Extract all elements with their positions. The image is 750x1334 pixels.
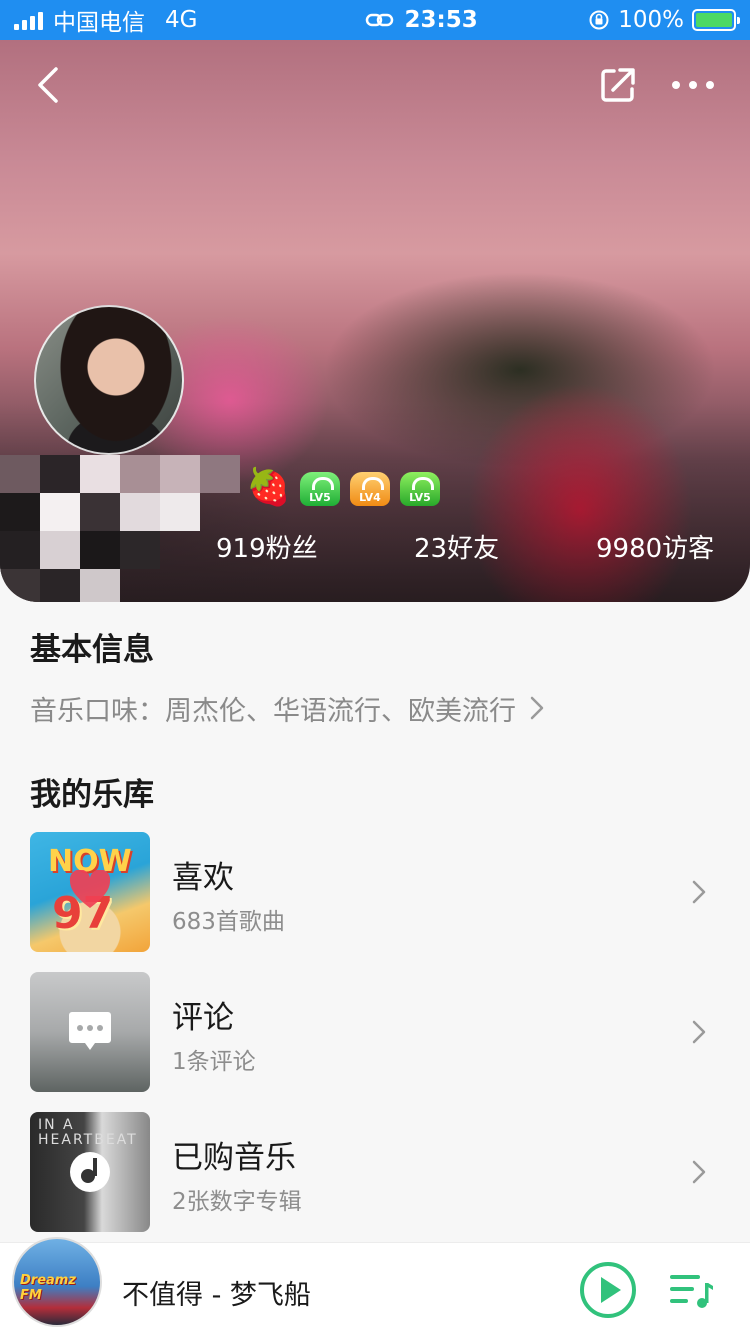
purchased-cover: IN A HEARTBEAT [30, 1112, 150, 1232]
level-badge-vip[interactable]: LV5 [300, 472, 340, 506]
status-left: 中国电信 4G [14, 3, 274, 37]
status-right: 100% [588, 7, 740, 33]
library-item-name: 喜欢 [172, 860, 234, 896]
music-taste-row[interactable]: 音乐口味：周杰伦、华语流行、欧美流行 [30, 688, 546, 728]
strawberry-emoji: 🍓 [246, 467, 291, 508]
chevron-right-icon [692, 1020, 706, 1044]
play-icon[interactable] [579, 1261, 637, 1319]
library-item-count: 1条评论 [172, 1049, 256, 1075]
music-note-badge-icon [70, 1152, 110, 1192]
library-title: 我的乐库 [30, 777, 154, 813]
visitors-count[interactable]: 9980访客 [596, 528, 714, 565]
status-center: 23:53 [254, 7, 588, 33]
library-item-comments[interactable]: 评论 1条评论 [0, 972, 750, 1092]
cover-text: Dreamz FM [20, 1273, 76, 1303]
profile-header: 🍓 LV5 LV4 LV5 919粉丝 23好友 9980访客 [0, 40, 750, 602]
library-item-count: 683首歌曲 [172, 909, 285, 935]
network-label: 4G [165, 7, 198, 33]
chevron-right-icon [692, 880, 706, 904]
friends-count[interactable]: 23好友 [414, 528, 499, 565]
level-badges: LV5 LV4 LV5 [300, 472, 440, 506]
likes-cover: NOW 97 [30, 832, 150, 952]
back-icon[interactable] [28, 65, 68, 105]
now-playing-title[interactable]: 不值得 - 梦飞船 [122, 1273, 311, 1312]
battery-icon [692, 9, 740, 31]
library-item-count: 2张数字专辑 [172, 1189, 302, 1215]
playlist-icon[interactable] [668, 1271, 714, 1311]
mini-player[interactable]: Dreamz FM 不值得 - 梦飞船 [0, 1237, 750, 1334]
library-item-name: 已购音乐 [172, 1140, 296, 1176]
status-bar: 中国电信 4G 23:53 100% [0, 0, 750, 40]
comment-bubble-icon [69, 1012, 111, 1050]
cover-text: IN A HEARTBEAT [38, 1117, 138, 1149]
library-item-name: 评论 [172, 1000, 234, 1036]
fans-count[interactable]: 919粉丝 [216, 528, 318, 565]
level-badge-green[interactable]: LV5 [400, 472, 440, 506]
heart-icon [69, 870, 111, 908]
signal-icon [14, 10, 43, 30]
more-icon[interactable] [668, 65, 718, 105]
rotation-lock-icon [589, 10, 609, 30]
battery-percent: 100% [618, 7, 684, 33]
profile-stats: 919粉丝 23好友 9980访客 [0, 528, 750, 564]
link-icon [365, 13, 393, 27]
carrier-label: 中国电信 [53, 10, 145, 36]
comments-cover [30, 972, 150, 1092]
player-album-cover[interactable]: Dreamz FM [12, 1237, 102, 1327]
basic-info-title: 基本信息 [30, 632, 154, 668]
level-badge-listening[interactable]: LV4 [350, 472, 390, 506]
avatar[interactable] [34, 305, 184, 455]
share-icon[interactable] [598, 65, 638, 105]
chevron-right-icon [530, 696, 544, 720]
clock: 23:53 [404, 7, 478, 33]
library-item-likes[interactable]: NOW 97 喜欢 683首歌曲 [0, 832, 750, 952]
library-item-purchased[interactable]: IN A HEARTBEAT 已购音乐 2张数字专辑 [0, 1112, 750, 1232]
music-taste-text: 音乐口味：周杰伦、华语流行、欧美流行 [30, 695, 516, 727]
chevron-right-icon [692, 1160, 706, 1184]
